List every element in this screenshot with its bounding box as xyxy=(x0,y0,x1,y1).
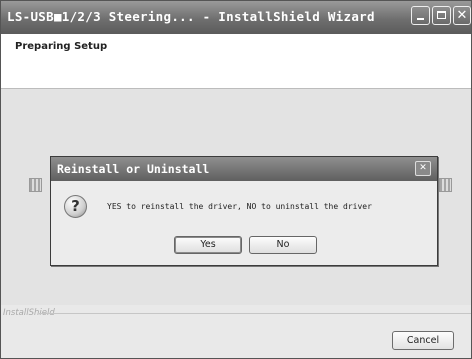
maximize-button[interactable] xyxy=(432,6,451,25)
footer-divider xyxy=(39,313,471,314)
title-bar[interactable]: LS-USB■1/2/3 Steering... - InstallShield… xyxy=(1,1,471,34)
close-button[interactable]: ✕ xyxy=(453,6,471,25)
page-title: Preparing Setup xyxy=(15,41,108,52)
question-icon: ? xyxy=(64,195,87,218)
minimize-button[interactable] xyxy=(411,6,430,25)
reinstall-uninstall-dialog: Reinstall or Uninstall ✕ ? YES to reinst… xyxy=(50,156,438,266)
no-button[interactable]: No xyxy=(249,236,317,254)
yes-button[interactable]: Yes xyxy=(174,236,242,254)
dialog-title-bar[interactable]: Reinstall or Uninstall ✕ xyxy=(51,157,437,181)
dialog-close-button[interactable]: ✕ xyxy=(415,161,431,176)
dialog-title: Reinstall or Uninstall xyxy=(57,162,210,176)
progress-bar-right-end xyxy=(439,178,452,192)
progress-bar-left-end xyxy=(29,178,42,192)
cancel-button[interactable]: Cancel xyxy=(392,331,454,350)
window-title: LS-USB■1/2/3 Steering... - InstallShield… xyxy=(7,9,375,24)
wizard-header: Preparing Setup xyxy=(1,34,471,89)
installshield-wizard-window: LS-USB■1/2/3 Steering... - InstallShield… xyxy=(0,0,472,359)
dialog-message: YES to reinstall the driver, NO to unins… xyxy=(107,202,372,211)
